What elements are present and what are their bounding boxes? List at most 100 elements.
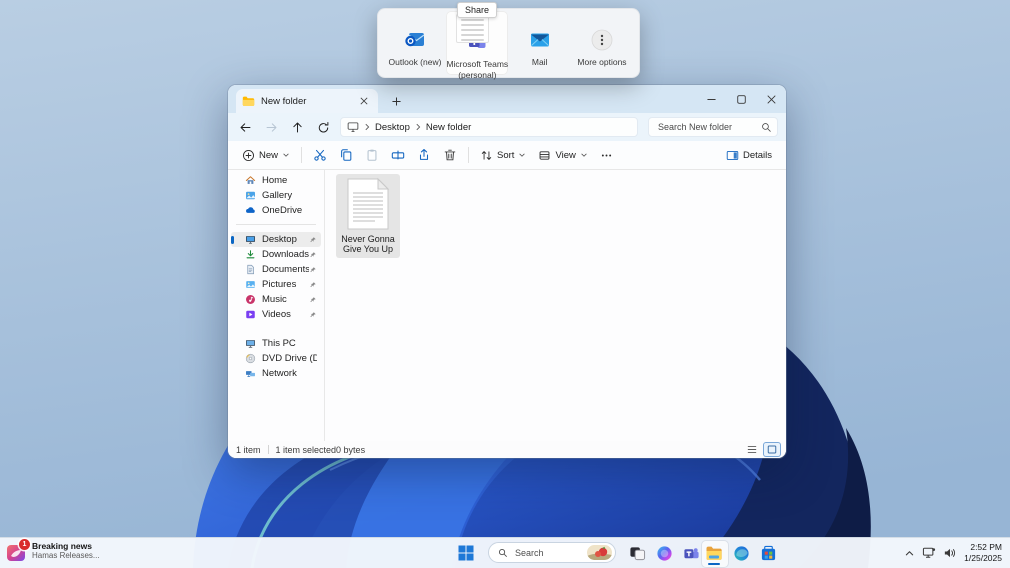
navigation-bar: Desktop New folder xyxy=(228,113,786,141)
tab-new-folder[interactable]: New folder xyxy=(236,89,378,113)
clock[interactable]: 2:52 PM 1/25/2025 xyxy=(964,542,1006,563)
home-icon xyxy=(245,175,256,186)
large-icons-view-icon[interactable] xyxy=(764,443,780,456)
volume-icon[interactable] xyxy=(943,547,957,559)
sidebar-item-documents[interactable]: Documents xyxy=(231,262,321,277)
edge-icon[interactable] xyxy=(731,543,751,563)
chevron-down-icon xyxy=(282,151,290,159)
shared-file-preview xyxy=(456,14,489,43)
details-pane-icon xyxy=(726,149,739,162)
videos-icon xyxy=(245,309,256,320)
notification-badge: 1 xyxy=(19,539,30,550)
music-icon xyxy=(245,294,256,305)
start-button[interactable] xyxy=(456,543,476,563)
minimize-button[interactable] xyxy=(696,85,726,113)
taskbar-search-box[interactable] xyxy=(488,542,616,563)
taskbar-search-input[interactable] xyxy=(513,546,582,559)
sidebar-item-desktop[interactable]: Desktop xyxy=(231,232,321,247)
sidebar-item-label: Videos xyxy=(262,309,291,320)
sidebar-item-home[interactable]: Home xyxy=(231,173,321,188)
sidebar-item-label: OneDrive xyxy=(262,205,303,216)
share-target-outlook[interactable]: Outlook (new) xyxy=(384,9,446,77)
details-button-label: Details xyxy=(742,149,772,161)
sidebar-item-onedrive[interactable]: OneDrive xyxy=(231,203,321,218)
sidebar-item-gallery[interactable]: Gallery xyxy=(231,188,321,203)
tab-close-icon[interactable] xyxy=(356,93,372,109)
breadcrumb-new-folder[interactable]: New folder xyxy=(426,122,471,133)
pin-icon xyxy=(309,296,317,304)
navigation-pane: Home Gallery OneDrive Desktop Downloads … xyxy=(228,170,325,441)
share-icon[interactable] xyxy=(411,144,437,166)
file-explorer-window: New folder Desktop New folder Search New… xyxy=(228,85,786,458)
active-app-indicator xyxy=(708,562,720,565)
back-icon[interactable] xyxy=(232,116,258,138)
sidebar-item-videos[interactable]: Videos xyxy=(231,307,321,322)
copy-icon[interactable] xyxy=(333,144,359,166)
desktop-location-icon xyxy=(347,121,359,133)
downloads-icon xyxy=(245,249,256,260)
tray-time: 2:52 PM xyxy=(970,542,1002,553)
delete-icon[interactable] xyxy=(437,144,463,166)
more-icon[interactable] xyxy=(594,144,620,166)
documents-icon xyxy=(245,264,256,275)
pin-icon xyxy=(309,311,317,319)
explorer-search-input[interactable] xyxy=(656,121,761,133)
file-list-pane[interactable]: Never Gonna Give You Up xyxy=(325,170,786,441)
file-item-never-gonna-give-you-up[interactable]: Never Gonna Give You Up xyxy=(336,174,400,258)
cut-icon[interactable] xyxy=(307,144,333,166)
close-button[interactable] xyxy=(756,85,786,113)
details-button[interactable]: Details xyxy=(720,144,778,166)
pin-icon xyxy=(309,251,317,259)
breadcrumb-desktop[interactable]: Desktop xyxy=(375,122,410,133)
rename-icon[interactable] xyxy=(385,144,411,166)
sort-icon xyxy=(480,149,493,162)
status-bar: 1 item 1 item selected 0 bytes xyxy=(228,441,786,458)
search-highlight-image xyxy=(587,545,612,560)
address-bar[interactable]: Desktop New folder xyxy=(340,117,638,137)
share-target-mail[interactable]: Mail xyxy=(509,9,571,77)
view-button[interactable]: View xyxy=(532,144,593,166)
new-tab-button[interactable] xyxy=(388,93,404,109)
teams-icon[interactable] xyxy=(681,543,701,563)
selection-size: 0 bytes xyxy=(336,444,366,455)
gallery-icon xyxy=(245,190,256,201)
explorer-search-box[interactable] xyxy=(648,117,778,137)
pin-icon xyxy=(309,236,317,244)
share-target-more-options[interactable]: More options xyxy=(571,9,633,77)
sort-button[interactable]: Sort xyxy=(474,144,532,166)
widgets-button[interactable]: 1 Breaking news Hamas Releases... xyxy=(6,539,100,563)
sidebar-item-downloads[interactable]: Downloads xyxy=(231,247,321,262)
forward-icon[interactable] xyxy=(258,116,284,138)
selection-count: 1 item selected xyxy=(275,444,337,455)
details-view-icon[interactable] xyxy=(744,443,760,456)
desktop-icon xyxy=(245,234,256,245)
sidebar-item-label: DVD Drive (D:) CCCC xyxy=(262,353,317,364)
microsoft-store-icon[interactable] xyxy=(758,543,778,563)
sidebar-item-music[interactable]: Music xyxy=(231,292,321,307)
copilot-icon[interactable] xyxy=(654,543,674,563)
toolbar-divider xyxy=(468,147,470,163)
refresh-icon[interactable] xyxy=(310,116,336,138)
taskbar: 1 Breaking news Hamas Releases... Search… xyxy=(0,537,1010,568)
task-view-icon[interactable] xyxy=(627,543,647,563)
file-explorer-icon[interactable] xyxy=(704,543,724,563)
folder-icon xyxy=(242,95,255,108)
share-target-label: Outlook (new) xyxy=(388,57,442,67)
sidebar-item-network[interactable]: Network xyxy=(231,366,321,381)
tab-strip: New folder xyxy=(228,85,786,113)
sort-button-label: Sort xyxy=(497,149,515,161)
toolbar-divider xyxy=(301,147,303,163)
new-button[interactable]: New xyxy=(236,144,296,166)
paste-icon[interactable] xyxy=(359,144,385,166)
up-icon[interactable] xyxy=(284,116,310,138)
windows-logo-icon xyxy=(458,545,474,561)
network-tray-icon[interactable] xyxy=(922,547,936,559)
sidebar-item-this-pc[interactable]: This PC xyxy=(231,336,321,351)
more-options-icon xyxy=(590,28,614,52)
tray-chevron-up-icon[interactable] xyxy=(904,549,915,558)
maximize-button[interactable] xyxy=(726,85,756,113)
sidebar-item-dvd-drive[interactable]: DVD Drive (D:) CCCC xyxy=(231,351,321,366)
sidebar-item-label: Documents xyxy=(262,264,309,275)
sidebar-item-pictures[interactable]: Pictures xyxy=(231,277,321,292)
widget-subheadline: Hamas Releases... xyxy=(32,551,100,561)
